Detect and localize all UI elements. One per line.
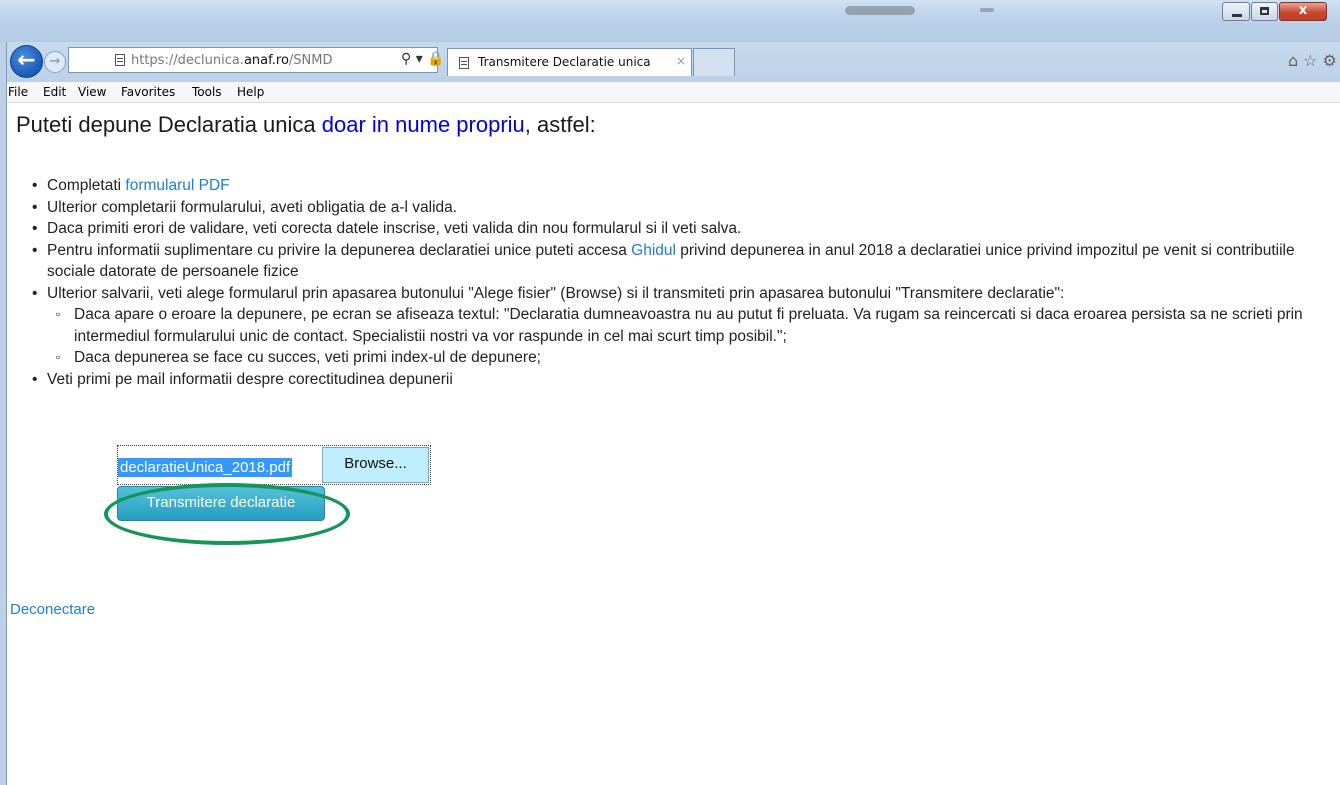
list-item: Pentru informatii suplimentare cu privir… <box>32 240 1327 283</box>
titlebar-blur <box>845 6 915 15</box>
close-icon: x <box>1298 3 1308 18</box>
menu-edit[interactable]: Edit <box>43 85 66 99</box>
new-tab-button[interactable] <box>693 48 735 76</box>
forward-button[interactable]: → <box>44 51 66 73</box>
tab-title: Transmitere Declaratie unica <box>478 55 651 69</box>
menu-tools[interactable]: Tools <box>192 85 222 99</box>
logout-link[interactable]: Deconectare <box>10 601 95 618</box>
page-content: Puteti depune Declaratia unica doar in n… <box>7 103 1340 785</box>
address-url[interactable]: https://declunica.anaf.ro/SNMD <box>131 53 333 68</box>
sub-list-item: Daca apare o eroare la depunere, pe ecra… <box>32 304 1340 347</box>
minimize-icon <box>1232 14 1242 17</box>
left-frame-border <box>0 42 7 785</box>
list-item: Daca primiti erori de validare, veti cor… <box>32 218 1340 240</box>
menu-favorites[interactable]: Favorites <box>121 85 175 99</box>
toolbar-right-icons: ⌂☆⚙ <box>1288 51 1340 70</box>
home-icon[interactable]: ⌂ <box>1288 51 1303 70</box>
page-heading: Puteti depune Declaratia unica doar in n… <box>16 112 596 138</box>
heading-highlight: doar in nume propriu <box>321 112 525 137</box>
url-domain: anaf.ro <box>243 53 289 68</box>
back-arrow-icon: ← <box>17 48 36 73</box>
heading-text: Puteti depune Declaratia unica <box>16 112 322 137</box>
forward-arrow-icon: → <box>49 54 61 69</box>
menu-file[interactable]: File <box>8 85 28 99</box>
menu-view[interactable]: View <box>78 85 106 99</box>
maximize-icon <box>1260 7 1269 15</box>
list-item: Veti primi pe mail informatii despre cor… <box>32 369 1340 391</box>
titlebar-blur <box>980 8 994 12</box>
heading-text-end: , astfel: <box>524 112 596 137</box>
list-item: Ulterior salvarii, veti alege formularul… <box>32 283 1340 305</box>
address-bar[interactable]: https://declunica.anaf.ro/SNMD ⚲ ▾ 🔒 ↻ <box>68 47 461 73</box>
file-upload-field[interactable]: declaratieUnica_2018.pdf Browse... <box>117 445 431 485</box>
list-item: Ulterior completarii formularului, aveti… <box>32 197 1340 219</box>
list-item-text: Pentru informatii suplimentare cu privir… <box>47 241 632 259</box>
browse-button[interactable]: Browse... <box>322 447 429 483</box>
menu-bar: File Edit View Favorites Tools Help <box>0 82 1340 103</box>
settings-gear-icon[interactable]: ⚙ <box>1323 51 1340 70</box>
page-icon <box>115 54 125 66</box>
favorites-star-icon[interactable]: ☆ <box>1303 51 1322 70</box>
window-titlebar: x <box>0 0 1340 42</box>
maximize-button[interactable] <box>1251 2 1278 21</box>
close-window-button[interactable]: x <box>1279 2 1327 21</box>
guide-link[interactable]: Ghidul <box>631 242 676 259</box>
browser-toolbar: ← → https://declunica.anaf.ro/SNMD ⚲ ▾ 🔒… <box>0 42 1340 82</box>
tab-page-icon <box>459 57 469 69</box>
list-item: Completati formularul PDF <box>32 175 1340 197</box>
submit-declaration-button[interactable]: Transmitere declaratie <box>117 486 325 521</box>
url-prefix: https://declunica. <box>131 53 244 68</box>
menu-help[interactable]: Help <box>237 85 264 99</box>
url-suffix: /SNMD <box>288 53 333 68</box>
tab-close-icon[interactable]: × <box>676 54 686 68</box>
list-item-text: Completati <box>47 177 126 194</box>
tab-transmitere-declaratie[interactable]: Transmitere Declaratie unica × <box>447 48 692 76</box>
back-button[interactable]: ← <box>10 45 43 78</box>
pdf-form-link[interactable]: formularul PDF <box>125 177 229 194</box>
minimize-button[interactable] <box>1222 2 1250 21</box>
instructions-list: Completati formularul PDF Ulterior compl… <box>32 175 1340 390</box>
sub-list-item: Daca depunerea se face cu succes, veti p… <box>32 347 1340 369</box>
selected-file-name[interactable]: declaratieUnica_2018.pdf <box>118 458 293 477</box>
